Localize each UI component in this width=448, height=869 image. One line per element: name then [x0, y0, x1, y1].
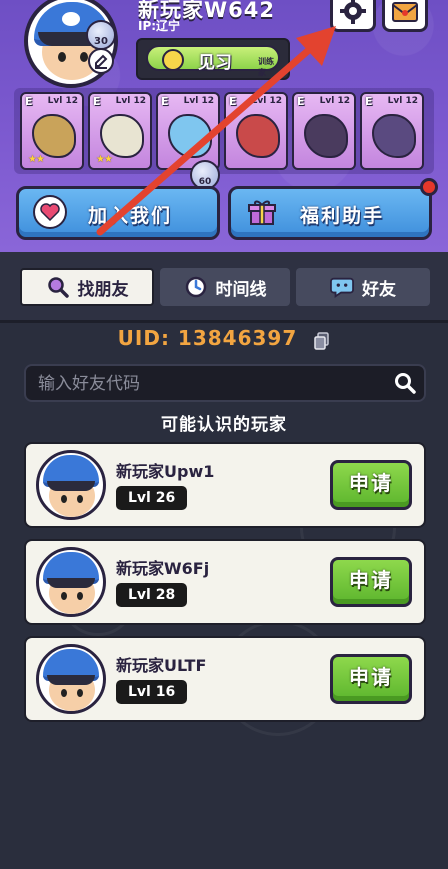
- monster-level: Lvl 12: [183, 96, 214, 106]
- monster-sprite: [32, 114, 76, 158]
- ip-location: IP:辽宁: [138, 19, 181, 33]
- tab-find-friends[interactable]: 找朋友: [20, 268, 154, 306]
- player-avatar[interactable]: [36, 547, 106, 617]
- player-name: 新玩家W6Fj: [116, 559, 210, 578]
- join-us-button[interactable]: 加入我们: [16, 186, 220, 240]
- monster-sprite: [236, 114, 280, 158]
- monster-level: Lvl 12: [251, 96, 282, 106]
- rank-label: E: [93, 95, 101, 108]
- tab-label: 找朋友: [77, 279, 129, 300]
- team-card-4[interactable]: E Lvl 12: [224, 92, 288, 170]
- search-icon[interactable]: [394, 372, 416, 394]
- magnifier-icon: [47, 277, 69, 298]
- monster-sprite: [100, 114, 144, 158]
- rank-label: E: [297, 95, 305, 108]
- monster-level: Lvl 12: [387, 96, 418, 106]
- title-sub-text: 训练家: [258, 57, 274, 77]
- title-main-text: 见习: [198, 53, 232, 73]
- player-card: 新玩家Upw1 Lvl 26 申请: [24, 442, 426, 528]
- settings-button[interactable]: [330, 0, 376, 32]
- uid-text: UID: 13846397: [117, 326, 298, 350]
- monster-sprite: [168, 114, 212, 158]
- team-card-6[interactable]: E Lvl 12: [360, 92, 424, 170]
- gear-icon: [340, 0, 366, 24]
- monster-level: Lvl 12: [47, 96, 78, 106]
- rank-label: E: [229, 95, 237, 108]
- player-level: Lvl 26: [116, 486, 188, 510]
- avatar-level-badge: 30: [86, 20, 116, 50]
- star-rating: ★★: [28, 154, 45, 165]
- apply-friend-button[interactable]: 申请: [330, 460, 412, 510]
- friends-tab-bar: 找朋友 时间线 好友: [0, 252, 448, 320]
- friend-code-input[interactable]: [36, 370, 390, 398]
- join-us-label: 加入我们: [87, 205, 172, 227]
- team-card-5[interactable]: E Lvl 12: [292, 92, 356, 170]
- star-rating: ★★: [96, 154, 113, 165]
- tab-label: 时间线: [215, 279, 267, 300]
- player-avatar[interactable]: [36, 644, 106, 714]
- tab-friends[interactable]: 好友: [296, 268, 430, 306]
- monster-sprite: [372, 114, 416, 158]
- uid-row: UID: 13846397: [0, 326, 448, 358]
- monster-level: Lvl 12: [115, 96, 146, 106]
- monster-sprite: [304, 114, 348, 158]
- chat-icon: [330, 277, 354, 298]
- player-name: 新玩家Upw1: [116, 462, 215, 481]
- tab-label: 好友: [362, 279, 396, 300]
- monster-level: Lvl 12: [319, 96, 350, 106]
- player-card: 新玩家ULTF Lvl 16 申请: [24, 636, 426, 722]
- divider: [0, 320, 448, 323]
- welfare-assistant-label: 福利助手: [299, 205, 384, 227]
- player-avatar[interactable]: [36, 450, 106, 520]
- apply-friend-button[interactable]: 申请: [330, 654, 412, 704]
- trainer-title-badge[interactable]: 见习 训练家: [136, 38, 290, 80]
- bird-icon: [162, 49, 184, 71]
- team-card-3[interactable]: E Lvl 12: [156, 92, 220, 170]
- player-level: Lvl 16: [116, 680, 188, 704]
- player-card: 新玩家W6Fj Lvl 28 申请: [24, 539, 426, 625]
- team-card-2[interactable]: E Lvl 12 ★★: [88, 92, 152, 170]
- pencil-icon: [95, 54, 108, 69]
- rank-label: E: [365, 95, 373, 108]
- edit-profile-icon[interactable]: [88, 48, 114, 74]
- player-name: 新玩家ULTF: [116, 656, 207, 675]
- mail-button[interactable]: [382, 0, 428, 32]
- tab-timeline[interactable]: 时间线: [160, 268, 290, 306]
- apply-friend-button[interactable]: 申请: [330, 557, 412, 607]
- notification-dot: [420, 178, 438, 196]
- rank-label: E: [25, 95, 33, 108]
- mail-icon: [392, 2, 418, 22]
- welfare-assistant-button[interactable]: 福利助手: [228, 186, 432, 240]
- copy-icon[interactable]: [314, 331, 330, 350]
- player-level: Lvl 28: [116, 583, 188, 607]
- clock-icon: [185, 276, 206, 298]
- rank-label: E: [161, 95, 169, 108]
- team-card-1[interactable]: E Lvl 12 ★★: [20, 92, 84, 170]
- suggested-players-title: 可能认识的玩家: [161, 415, 287, 435]
- profile-header: 30 新玩家W642 IP:辽宁 见习 训练家 E Lvl 12 ★★ E Lv…: [0, 0, 448, 252]
- team-lineup: E Lvl 12 ★★ E Lvl 12 ★★ E Lvl 12 E Lvl 1…: [14, 88, 434, 174]
- friend-code-search: [24, 364, 426, 402]
